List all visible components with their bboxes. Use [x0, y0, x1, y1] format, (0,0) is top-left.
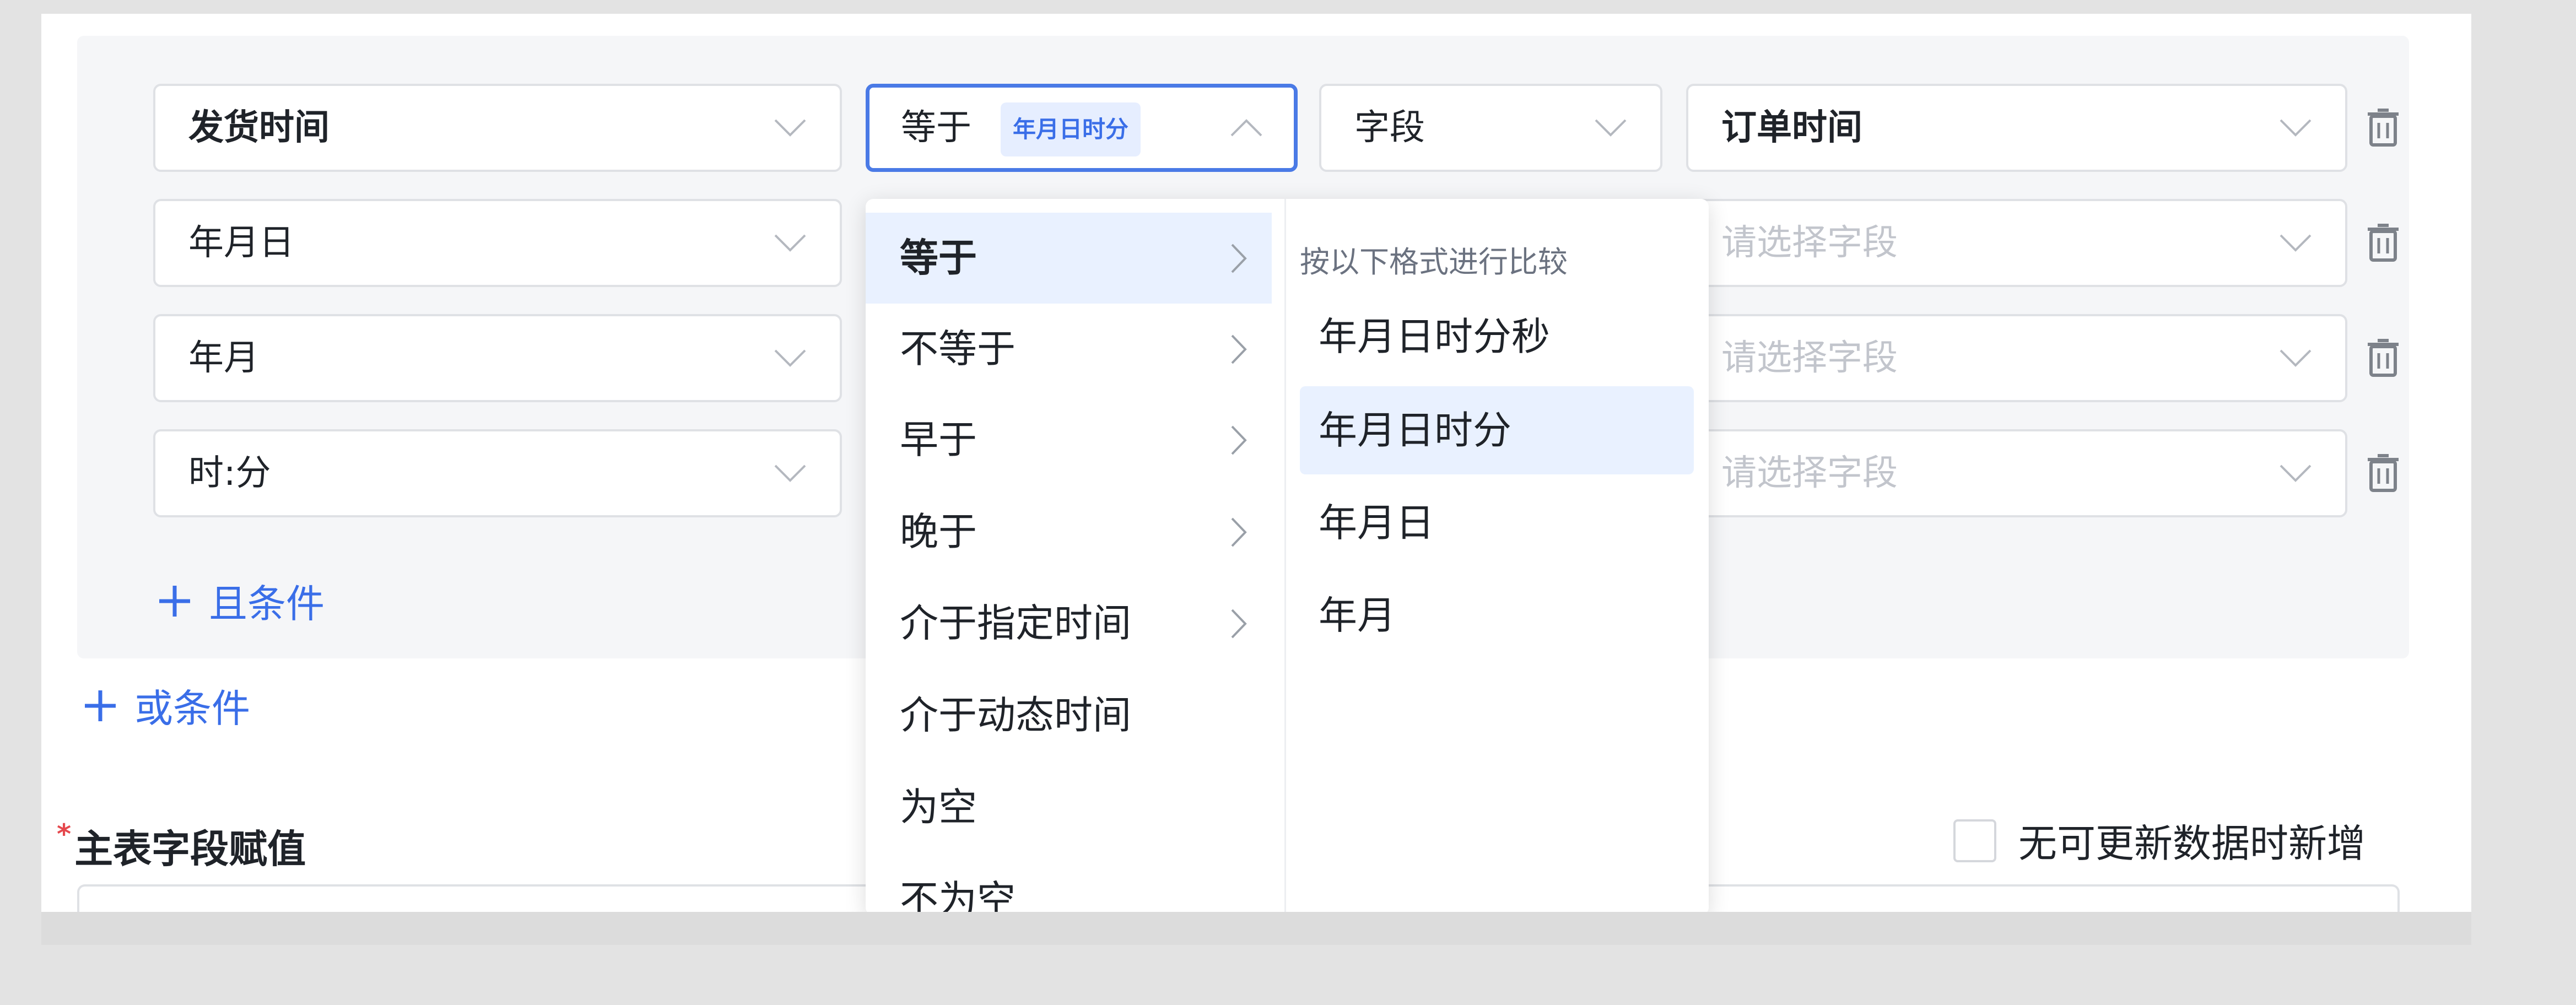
operator-option-label: 等于	[900, 235, 977, 280]
condition-value-select[interactable]: 请选择字段	[1686, 314, 2347, 402]
operator-option-label: 介于指定时间	[900, 601, 1131, 646]
operator-option-equal[interactable]: 等于	[866, 213, 1272, 304]
required-mark: *	[57, 818, 72, 850]
chevron-down-icon	[774, 201, 807, 285]
format-submenu-header: 按以下格式进行比较	[1300, 245, 1568, 279]
chevron-down-icon	[774, 316, 807, 400]
chevron-down-icon	[774, 431, 807, 515]
condition-field-select[interactable]: 发货时间	[153, 84, 842, 172]
operator-value: 等于	[901, 107, 971, 148]
chevron-right-icon	[1228, 304, 1250, 395]
add-and-condition-button[interactable]: 且条件	[157, 573, 325, 629]
chevron-up-icon	[1230, 88, 1263, 168]
format-option-selected[interactable]: 年月日时分	[1300, 386, 1694, 474]
condition-value-select[interactable]: 订单时间	[1686, 84, 2347, 172]
operator-option-not-equal[interactable]: 不等于	[866, 304, 1272, 395]
operator-option-not-empty[interactable]: 不为空	[866, 855, 1272, 912]
main-field-assign-title: 主表字段赋值	[74, 826, 306, 872]
add-or-condition-label: 或条件	[134, 686, 250, 731]
operator-option-after[interactable]: 晚于	[866, 487, 1272, 577]
format-option[interactable]: 年月	[1300, 571, 1694, 660]
value-type-select[interactable]: 字段	[1319, 84, 1662, 172]
trash-icon	[2368, 109, 2399, 147]
delete-condition-button[interactable]	[2364, 221, 2402, 265]
operator-dropdown: 等于 不等于 早于 晚于 介于指定时间 介于动态时间 为空 不为空 按以下格式进…	[866, 199, 1709, 912]
operator-option-label: 为空	[900, 785, 977, 830]
format-submenu: 按以下格式进行比较 年月日时分秒 年月日时分 年月日 年月	[1286, 199, 1709, 912]
condition-field-value: 年月日	[188, 223, 294, 263]
chevron-down-icon	[2279, 316, 2312, 400]
condition-field-select[interactable]: 年月	[153, 314, 842, 402]
main-field-assign-label: *主表字段赋值	[57, 818, 306, 874]
condition-field-value: 时:分	[188, 453, 271, 494]
value-type-value: 字段	[1354, 107, 1425, 148]
checkbox-label: 无可更新数据时新增	[2018, 821, 2366, 866]
operator-option-empty[interactable]: 为空	[866, 762, 1272, 853]
chevron-down-icon	[774, 86, 807, 170]
format-tag: 年月日时分	[1001, 102, 1141, 156]
filter-panel: 发货时间 等于 年月日时分 字段 订单时间 年月日 请选择字段 年月 请选择字段…	[41, 14, 2471, 912]
format-option[interactable]: 年月日时分秒	[1300, 293, 1694, 381]
operator-option-before[interactable]: 早于	[866, 395, 1272, 485]
operator-option-between-dynamic[interactable]: 介于动态时间	[866, 670, 1272, 761]
chevron-right-icon	[1228, 395, 1250, 485]
operator-select[interactable]: 等于 年月日时分	[866, 84, 1298, 172]
operator-option-between-fixed[interactable]: 介于指定时间	[866, 578, 1272, 669]
operator-option-label: 不等于	[900, 326, 1016, 371]
trash-icon	[2368, 454, 2399, 492]
insert-if-none-checkbox[interactable]: 无可更新数据时新增	[1953, 813, 2366, 868]
condition-value: 订单时间	[1721, 107, 1862, 148]
condition-value-select[interactable]: 请选择字段	[1686, 429, 2347, 517]
condition-field-select[interactable]: 年月日	[153, 199, 842, 287]
condition-field-value: 年月	[188, 338, 259, 379]
chevron-down-icon	[2279, 86, 2312, 170]
condition-field-value: 发货时间	[188, 107, 330, 148]
operator-option-label: 晚于	[900, 509, 977, 554]
add-and-condition-label: 且条件	[209, 581, 325, 626]
delete-condition-button[interactable]	[2364, 336, 2402, 380]
trash-icon	[2368, 224, 2399, 262]
chevron-down-icon	[2279, 431, 2312, 515]
chevron-right-icon	[1228, 578, 1250, 669]
assign-field-select[interactable]	[77, 884, 915, 912]
plus-icon	[159, 585, 190, 617]
operator-option-label: 介于动态时间	[900, 693, 1131, 738]
checkbox-box[interactable]	[1953, 819, 1996, 862]
condition-value-placeholder: 请选择字段	[1721, 338, 1898, 379]
condition-field-select[interactable]: 时:分	[153, 429, 842, 517]
trash-icon	[2368, 339, 2399, 377]
condition-value-select[interactable]: 请选择字段	[1686, 199, 2347, 287]
add-or-condition-button[interactable]: 或条件	[83, 678, 250, 733]
operator-list: 等于 不等于 早于 晚于 介于指定时间 介于动态时间 为空 不为空	[866, 199, 1286, 912]
chevron-right-icon	[1228, 487, 1250, 577]
format-option[interactable]: 年月日	[1300, 479, 1694, 567]
delete-condition-button[interactable]	[2364, 451, 2402, 495]
chevron-right-icon	[1228, 213, 1250, 304]
chevron-down-icon	[2279, 201, 2312, 285]
right-margin	[2471, 14, 2576, 945]
operator-option-label: 不为空	[900, 877, 1016, 912]
condition-value-placeholder: 请选择字段	[1721, 223, 1898, 263]
delete-condition-button[interactable]	[2364, 106, 2402, 150]
chevron-down-icon	[1594, 86, 1627, 170]
operator-option-label: 早于	[900, 417, 977, 462]
plus-icon	[85, 690, 116, 721]
bottom-shade	[41, 912, 2471, 945]
condition-value-placeholder: 请选择字段	[1721, 453, 1898, 494]
